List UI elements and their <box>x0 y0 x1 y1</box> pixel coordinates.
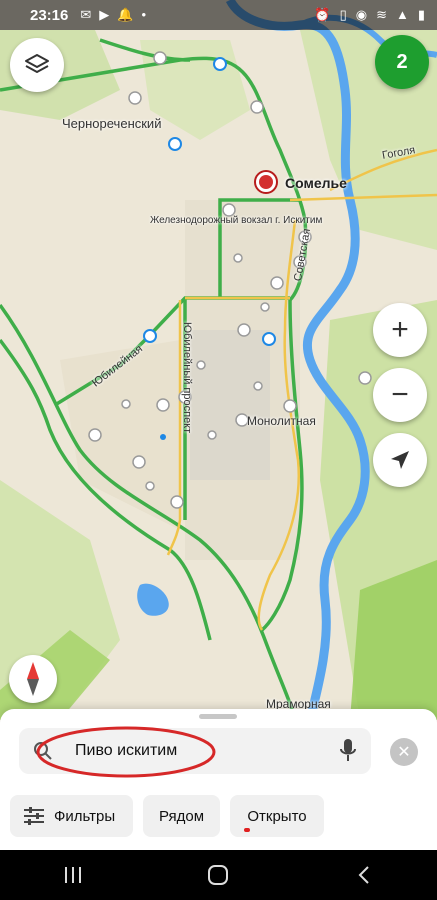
status-bar: 23:16 ✉ ▶ 🔔 • ⏰ ▯ ◉ ≋ ▲ ▮ <box>0 0 437 30</box>
location-icon: ◉ <box>355 7 368 22</box>
status-left-icons: ✉ ▶ 🔔 • <box>80 7 146 23</box>
map-label-monolitnaya: Монолитная <box>247 414 316 428</box>
youtube-icon: ▶ <box>99 7 110 22</box>
home-button[interactable] <box>188 864 248 886</box>
open-now-chip[interactable]: Открыто <box>230 795 324 837</box>
microphone-icon[interactable] <box>339 738 357 764</box>
search-query-text[interactable]: Пиво искитим <box>75 742 177 760</box>
search-icon <box>34 742 52 760</box>
back-button[interactable] <box>334 865 394 885</box>
map-label-station: Железнодорожный вокзал г. Искитим <box>150 215 323 226</box>
recents-icon <box>64 867 81 883</box>
compass-button[interactable] <box>9 655 57 703</box>
compass-icon <box>27 662 39 696</box>
map-view[interactable]: Чернореченский Гоголя Сомелье Железнодор… <box>0 0 437 720</box>
vibrate-icon: ▯ <box>339 7 347 22</box>
my-location-button[interactable] <box>373 433 427 487</box>
status-right-icons: ⏰ ▯ ◉ ≋ ▲ ▮ <box>314 7 425 23</box>
results-count-button[interactable]: 2 <box>375 35 429 89</box>
search-bottom-sheet[interactable]: Пиво искитим ✕ Фильтры Рядом Открыто <box>0 709 437 850</box>
layers-button[interactable] <box>10 38 64 92</box>
zoom-out-button[interactable]: − <box>373 368 427 422</box>
dot-icon: • <box>141 7 147 22</box>
map-label-somelie[interactable]: Сомелье <box>285 175 347 191</box>
map-label-yubileyny-prospekt: Юбилейный проспект <box>181 322 193 434</box>
wifi-icon: ≋ <box>376 7 387 22</box>
back-icon <box>358 866 369 884</box>
signal-icon: ▲ <box>395 7 409 22</box>
search-input[interactable]: Пиво искитим <box>19 728 371 774</box>
map-label-chernorechensky: Чернореченский <box>62 116 162 131</box>
clear-search-button[interactable]: ✕ <box>390 738 418 766</box>
filters-icon <box>24 807 44 825</box>
navigation-arrow-icon <box>391 451 409 469</box>
status-time: 23:16 <box>30 6 69 24</box>
system-navigation-bar <box>0 850 437 900</box>
sheet-drag-handle[interactable] <box>199 714 237 719</box>
battery-icon: ▮ <box>417 7 425 22</box>
zoom-in-button[interactable]: + <box>373 303 427 357</box>
filters-chip-label: Фильтры <box>54 807 116 825</box>
nearby-chip[interactable]: Рядом <box>143 795 220 837</box>
notification-icon: 🔔 <box>117 7 134 22</box>
layers-icon <box>25 54 49 73</box>
filters-chip[interactable]: Фильтры <box>10 795 133 837</box>
map-canvas[interactable] <box>0 0 437 720</box>
annotation-mark <box>244 828 250 832</box>
home-icon <box>208 865 229 885</box>
message-icon: ✉ <box>80 7 92 22</box>
open-now-chip-label: Открыто <box>247 807 307 825</box>
alarm-icon: ⏰ <box>314 7 331 22</box>
recents-button[interactable] <box>43 866 103 884</box>
